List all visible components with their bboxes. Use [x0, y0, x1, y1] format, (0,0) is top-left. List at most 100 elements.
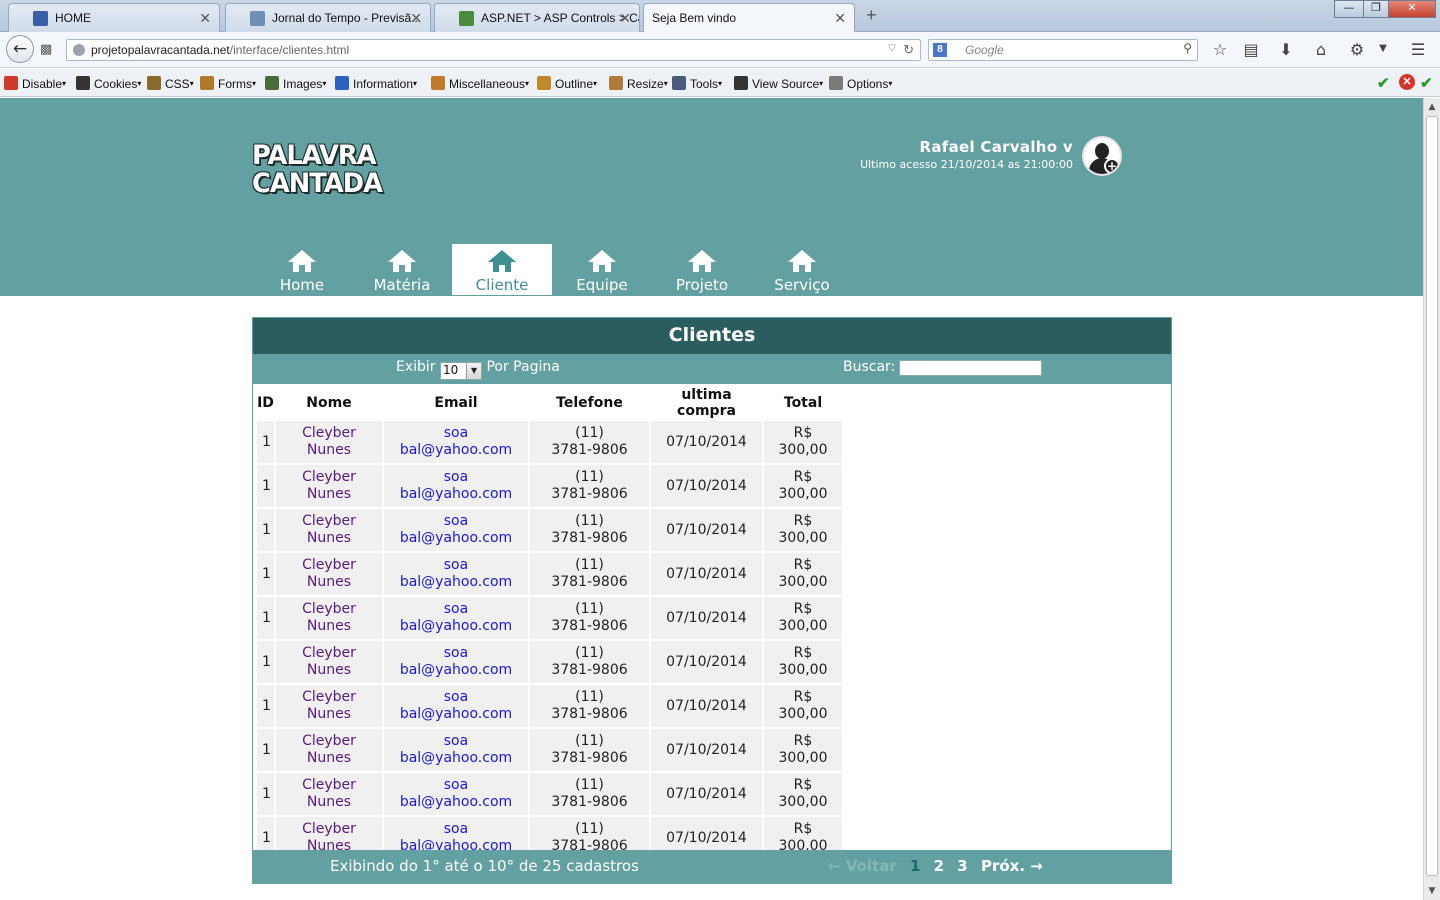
cell-email-line[interactable]: soa [444, 733, 468, 749]
tab-close-icon[interactable]: ✕ [619, 10, 631, 27]
per-page-select[interactable]: 10 ▼ [440, 362, 483, 380]
table-row[interactable]: 1 Cleyber Nunes soa bal@yahoo.com (11) 3781-98… [257, 553, 842, 595]
cell-email-line[interactable]: soa [444, 469, 468, 485]
menu-item-2[interactable]: Matéria [352, 244, 452, 295]
devtool-resize[interactable]: Resize▾ [609, 76, 668, 91]
column-header[interactable]: ultima compra [651, 387, 762, 419]
tab-close-icon[interactable]: ✕ [834, 10, 846, 27]
tab-close-icon[interactable]: ✕ [199, 10, 211, 27]
cell-nome-line[interactable]: Cleyber [302, 821, 356, 837]
menu-item-5[interactable]: Projeto [652, 244, 752, 295]
pagination-page-2[interactable]: 2 [934, 857, 944, 875]
search-icon[interactable]: ⚲ [1183, 41, 1192, 55]
menu-item-3[interactable]: Cliente [452, 244, 552, 295]
cell-nome-line[interactable]: Nunes [307, 574, 351, 590]
devtool-images[interactable]: Images▾ [265, 76, 326, 91]
cell-email[interactable]: soa bal@yahoo.com [384, 729, 528, 771]
home-icon[interactable]: ⌂ [1311, 40, 1331, 59]
cell-nome-line[interactable]: Nunes [307, 442, 351, 458]
chevron-down-icon[interactable]: ▼ [466, 363, 482, 379]
devtool-options[interactable]: Options▾ [829, 76, 892, 91]
table-row[interactable]: 1 Cleyber Nunes soa bal@yahoo.com (11) 3781-98… [257, 729, 842, 771]
column-header[interactable]: Total [764, 387, 842, 419]
cell-nome-line[interactable]: Nunes [307, 486, 351, 502]
devtool-cookies[interactable]: Cookies▾ [76, 76, 141, 91]
cell-email-line[interactable]: soa [444, 425, 468, 441]
cell-nome[interactable]: Cleyber Nunes [276, 641, 382, 683]
devtool-tools[interactable]: Tools▾ [672, 76, 722, 91]
table-row[interactable]: 1 Cleyber Nunes soa bal@yahoo.com (11) 3781-98… [257, 465, 842, 507]
cell-nome-line[interactable]: Cleyber [302, 557, 356, 573]
address-bar[interactable]: projetopalavracantada.net/interface/clie… [66, 39, 921, 61]
cell-nome[interactable]: Cleyber Nunes [276, 553, 382, 595]
reading-list-icon[interactable]: ▤ [1241, 40, 1261, 59]
cell-nome-line[interactable]: Cleyber [302, 469, 356, 485]
menu-item-1[interactable]: Home [252, 244, 352, 295]
site-identity-icon[interactable] [73, 44, 85, 56]
minimize-button[interactable]: — [1334, 0, 1364, 18]
cell-email[interactable]: soa bal@yahoo.com [384, 685, 528, 727]
back-button[interactable]: ← [6, 35, 34, 63]
cell-email[interactable]: soa bal@yahoo.com [384, 421, 528, 463]
addon-dropdown-icon[interactable]: ▼ [1373, 43, 1393, 54]
pagination-page-3[interactable]: 3 [957, 857, 967, 875]
table-row[interactable]: 1 Cleyber Nunes soa bal@yahoo.com (11) 3781-98… [257, 509, 842, 551]
devtool-disable[interactable]: Disable▾ [4, 76, 66, 91]
vertical-scrollbar[interactable]: ▲ ▼ [1423, 98, 1440, 900]
cell-email-line[interactable]: bal@yahoo.com [400, 530, 512, 546]
cell-nome[interactable]: Cleyber Nunes [276, 773, 382, 815]
devtool-forms[interactable]: Forms▾ [200, 76, 256, 91]
history-dropdown-icon[interactable]: ▽ [888, 43, 896, 54]
cell-nome-line[interactable]: Cleyber [302, 733, 356, 749]
cell-nome-line[interactable]: Nunes [307, 618, 351, 634]
menu-item-4[interactable]: Equipe [552, 244, 652, 295]
cell-email-line[interactable]: bal@yahoo.com [400, 618, 512, 634]
cell-email-line[interactable]: bal@yahoo.com [400, 794, 512, 810]
cell-email-line[interactable]: bal@yahoo.com [400, 750, 512, 766]
browser-tab-4[interactable]: Seja Bem vindo ✕ [643, 3, 855, 33]
devtool-information[interactable]: Information▾ [335, 76, 417, 91]
cell-email-line[interactable]: soa [444, 557, 468, 573]
cell-nome[interactable]: Cleyber Nunes [276, 685, 382, 727]
search-input[interactable] [899, 360, 1042, 376]
maximize-button[interactable]: ❐ [1363, 0, 1389, 18]
cell-email[interactable]: soa bal@yahoo.com [384, 773, 528, 815]
column-header[interactable]: Email [384, 387, 528, 419]
cell-email-line[interactable]: soa [444, 777, 468, 793]
cell-nome[interactable]: Cleyber Nunes [276, 465, 382, 507]
cell-nome-line[interactable]: Nunes [307, 750, 351, 766]
cell-email[interactable]: soa bal@yahoo.com [384, 641, 528, 683]
browser-tab-2[interactable]: Jornal do Tempo - Previsã... ✕ [225, 3, 431, 32]
cell-nome[interactable]: Cleyber Nunes [276, 597, 382, 639]
table-row[interactable]: 1 Cleyber Nunes soa bal@yahoo.com (11) 3781-98… [257, 685, 842, 727]
cell-email[interactable]: soa bal@yahoo.com [384, 509, 528, 551]
cell-nome-line[interactable]: Cleyber [302, 601, 356, 617]
bookmark-star-icon[interactable]: ☆ [1210, 40, 1230, 59]
cell-nome-line[interactable]: Cleyber [302, 513, 356, 529]
pagination-next[interactable]: Próx. → [981, 857, 1043, 875]
cell-email[interactable]: soa bal@yahoo.com [384, 553, 528, 595]
cell-email-line[interactable]: bal@yahoo.com [400, 706, 512, 722]
devtool-view-source[interactable]: View Source▾ [734, 76, 823, 91]
close-window-button[interactable]: ✕ [1388, 0, 1436, 18]
cell-nome[interactable]: Cleyber Nunes [276, 729, 382, 771]
column-header[interactable]: ID [257, 387, 274, 419]
cell-email-line[interactable]: soa [444, 821, 468, 837]
site-logo[interactable]: PALAVRA CANTADA [252, 140, 412, 204]
cell-nome-line[interactable]: Nunes [307, 530, 351, 546]
cell-email-line[interactable]: bal@yahoo.com [400, 442, 512, 458]
search-bar[interactable]: 8 Google ⚲ [928, 39, 1198, 61]
table-row[interactable]: 1 Cleyber Nunes soa bal@yahoo.com (11) 3781-98… [257, 421, 842, 463]
column-header[interactable]: Nome [276, 387, 382, 419]
devtool-miscellaneous[interactable]: Miscellaneous▾ [431, 76, 529, 91]
scroll-up-icon[interactable]: ▲ [1424, 99, 1440, 115]
js-error-icon[interactable]: ✕ [1399, 74, 1415, 90]
avatar[interactable]: + [1082, 136, 1122, 176]
cell-email-line[interactable]: soa [444, 645, 468, 661]
table-row[interactable]: 1 Cleyber Nunes soa bal@yahoo.com (11) 3781-98… [257, 641, 842, 683]
table-row[interactable]: 1 Cleyber Nunes soa bal@yahoo.com (11) 3781-98… [257, 597, 842, 639]
cell-email-line[interactable]: bal@yahoo.com [400, 662, 512, 678]
scroll-down-icon[interactable]: ▼ [1424, 883, 1440, 899]
tab-groups-icon[interactable]: ▩ [40, 42, 52, 57]
tab-close-icon[interactable]: ✕ [410, 10, 422, 27]
